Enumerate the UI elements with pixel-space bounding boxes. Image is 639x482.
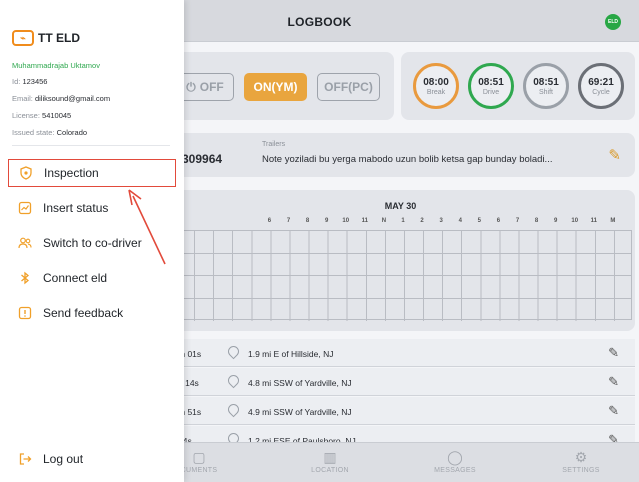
- drive-clock: 08:51 Drive: [468, 63, 514, 109]
- menu-connect-eld[interactable]: Connect eld: [8, 264, 176, 292]
- truck-number: 309964: [182, 152, 223, 166]
- hour-label: 8: [305, 218, 310, 224]
- heartbeat-logo-icon: ⌁: [12, 30, 34, 46]
- log-location: 4.8 mi SSW of Yardville, NJ: [248, 378, 352, 388]
- hour-label: 6: [267, 218, 272, 224]
- trailer-card: 309964 Trailers Note yoziladi bu yerga m…: [166, 133, 635, 177]
- side-drawer: ⌁ TT ELD Muhammadrajab Uktamov Id: 12345…: [0, 0, 184, 482]
- cycle-clock: 69:21 Cycle: [578, 63, 624, 109]
- pencil-icon[interactable]: ✎: [608, 146, 621, 164]
- hour-label: 7: [515, 218, 520, 224]
- brand: ⌁ TT ELD: [12, 30, 80, 46]
- pencil-icon[interactable]: ✎: [608, 374, 619, 390]
- drive-clock-value: 08:51: [478, 77, 504, 88]
- off-label: OFF: [199, 80, 224, 94]
- off-pc-button[interactable]: OFF(PC): [317, 73, 380, 101]
- break-clock-value: 08:00: [423, 77, 449, 88]
- divider: [12, 145, 170, 146]
- chat-icon: ◯: [447, 449, 463, 465]
- location-pin-icon: [225, 343, 242, 360]
- nav-settings-label: SETTINGS: [562, 467, 600, 474]
- log-location: 1.9 mi E of Hillside, NJ: [248, 349, 334, 359]
- graph-date: MAY 30: [384, 201, 417, 211]
- menu-inspection-label: Inspection: [44, 166, 99, 180]
- hos-clocks-card: 08:00 Break 08:51 Drive 08:51 Shift 69:2…: [401, 52, 635, 120]
- logout-label: Log out: [43, 452, 84, 466]
- gear-icon: ⚙: [574, 449, 588, 465]
- logout-button[interactable]: Log out: [8, 445, 176, 473]
- hour-label: 1: [401, 218, 405, 224]
- off-duty-button[interactable]: ⏻ OFF: [176, 73, 234, 101]
- hour-label: 3: [439, 218, 443, 224]
- log-row[interactable]: n 14s 4.8 mi SSW of Yardville, NJ ✎: [166, 368, 635, 396]
- shift-clock-value: 08:51: [533, 77, 559, 88]
- user-id: Id: 123456: [12, 77, 48, 86]
- feedback-icon: [18, 306, 32, 320]
- break-clock: 08:00 Break: [413, 63, 459, 109]
- trailers-label: Trailers: [262, 141, 286, 148]
- hour-label: 8: [534, 218, 539, 224]
- menu-insert-status[interactable]: Insert status: [8, 194, 176, 222]
- drive-clock-label: Drive: [482, 89, 500, 96]
- hour-label: 9: [324, 218, 329, 224]
- hour-labels: 6 7 8 9 10 11 N 1 2 3 4 5 6 7 8 9 10 11 M: [166, 218, 635, 230]
- menu-switch-co-driver-label: Switch to co-driver: [43, 236, 142, 250]
- on-duty-button[interactable]: ON(YM): [244, 73, 307, 101]
- trailer-note: Note yoziladi bu yerga mabodo uzun bolib…: [262, 154, 553, 165]
- nav-messages[interactable]: ◯ MESSAGES: [410, 449, 500, 474]
- shift-clock: 08:51 Shift: [523, 63, 569, 109]
- location-pin-icon: [225, 401, 242, 418]
- hour-label: 11: [361, 218, 368, 224]
- menu-insert-status-label: Insert status: [43, 201, 109, 215]
- bluetooth-icon: [21, 271, 30, 285]
- user-name: Muhammadrajab Uktamov: [12, 61, 100, 70]
- hour-label: N: [381, 218, 387, 224]
- menu-inspection[interactable]: Inspection: [8, 159, 176, 187]
- nav-messages-label: MESSAGES: [434, 467, 476, 474]
- eld-status-badge[interactable]: ELD: [605, 14, 621, 30]
- log-row[interactable]: m 01s 1.9 mi E of Hillside, NJ ✎: [166, 339, 635, 367]
- user-issued-state: Issued state: Colorado: [12, 128, 88, 137]
- hour-label: 9: [553, 218, 558, 224]
- pencil-icon[interactable]: ✎: [608, 345, 619, 361]
- cycle-clock-label: Cycle: [592, 89, 610, 96]
- nav-location-label: LOCATION: [311, 467, 349, 474]
- hour-label: 6: [496, 218, 501, 224]
- location-pin-icon: [225, 372, 242, 389]
- menu-send-feedback-label: Send feedback: [43, 306, 124, 320]
- hour-label: 10: [571, 218, 579, 224]
- brand-name: TT ELD: [38, 31, 80, 45]
- log-location: 4.9 mi SSW of Yardville, NJ: [248, 407, 352, 417]
- break-clock-label: Break: [426, 89, 446, 96]
- menu-send-feedback[interactable]: Send feedback: [8, 299, 176, 327]
- users-icon: [18, 237, 32, 249]
- duty-grid: [174, 230, 632, 321]
- user-license: License: 5410045: [12, 111, 72, 120]
- hour-label: 5: [477, 218, 481, 224]
- user-email: Email: diliksound@gmail.com: [12, 94, 111, 103]
- hour-label: 10: [342, 218, 350, 224]
- shift-clock-label: Shift: [538, 89, 553, 96]
- duty-status-card: ⏻ OFF ON(YM) OFF(PC): [166, 52, 394, 120]
- nav-location[interactable]: ▥ LOCATION: [285, 449, 375, 474]
- pencil-icon[interactable]: ✎: [608, 403, 619, 419]
- shield-icon: [20, 166, 32, 180]
- map-icon: ▥: [323, 449, 337, 465]
- menu-switch-co-driver[interactable]: Switch to co-driver: [8, 229, 176, 257]
- hour-label: M: [610, 218, 616, 224]
- log-row[interactable]: m 51s 4.9 mi SSW of Yardville, NJ ✎: [166, 397, 635, 425]
- logout-icon: [19, 453, 32, 465]
- hour-label: 7: [286, 218, 291, 224]
- hour-label: 11: [590, 218, 597, 224]
- power-icon: ⏻: [186, 79, 196, 94]
- hour-label: 2: [420, 218, 424, 224]
- chart-icon: [18, 201, 32, 215]
- hour-label: 4: [458, 218, 462, 224]
- nav-settings[interactable]: ⚙ SETTINGS: [536, 449, 626, 474]
- menu-connect-eld-label: Connect eld: [43, 271, 108, 285]
- cycle-clock-value: 69:21: [588, 77, 614, 88]
- log-graph-card: MAY 30 6 7 8 9 10 11 N 1 2 3 4 5 6 7 8 9 10 11 M: [166, 190, 635, 331]
